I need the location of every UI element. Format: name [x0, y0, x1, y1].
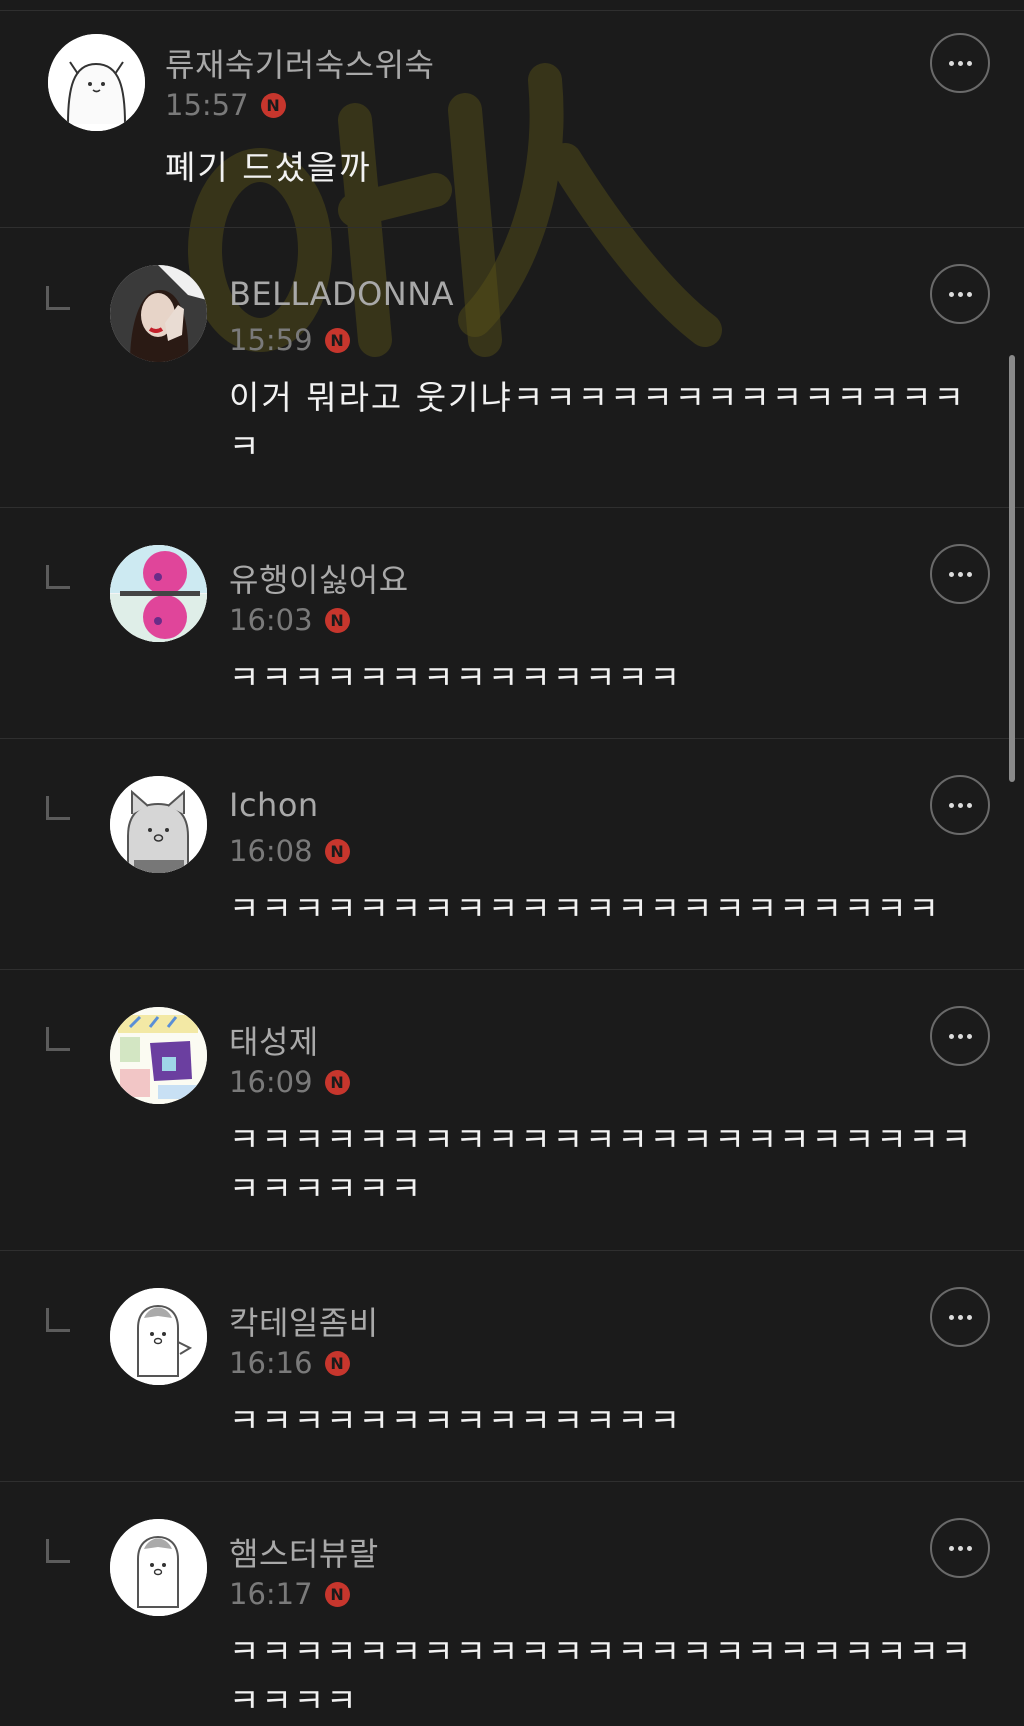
comment-text: ㅋㅋㅋㅋㅋㅋㅋㅋㅋㅋㅋㅋㅋㅋㅋㅋㅋㅋㅋㅋㅋㅋㅋㅋㅋㅋㅋ	[229, 1632, 974, 1720]
more-options-button[interactable]	[930, 1518, 990, 1578]
reply-arrow-icon	[46, 1308, 70, 1332]
avatar[interactable]	[110, 776, 207, 873]
reply-arrow-icon	[46, 286, 70, 310]
scrollbar[interactable]	[1009, 355, 1015, 782]
new-badge-icon: N	[260, 92, 286, 118]
more-horizontal-icon	[948, 60, 954, 66]
comment-time: 16:16	[229, 1346, 313, 1380]
comment-text: 이거 뭐라고 웃기냐ㅋㅋㅋㅋㅋㅋㅋㅋㅋㅋㅋㅋㅋㅋㅋ	[229, 378, 966, 466]
more-options-button[interactable]	[930, 33, 990, 93]
more-options-button[interactable]	[930, 264, 990, 324]
comment-author[interactable]: 칵테일좀비	[229, 1298, 379, 1344]
reply-item: 태성제 16:09 N ㅋㅋㅋㅋㅋㅋㅋㅋㅋㅋㅋㅋㅋㅋㅋㅋㅋㅋㅋㅋㅋㅋㅋㅋㅋㅋㅋㅋ…	[0, 970, 1024, 1251]
reply-item: BELLADONNA 15:59 N 이거 뭐라고 웃기냐ㅋㅋㅋㅋㅋㅋㅋㅋㅋㅋㅋ…	[0, 228, 1024, 508]
more-options-button[interactable]	[930, 1287, 990, 1347]
comment-author[interactable]: Ichon	[229, 786, 319, 824]
avatar[interactable]	[110, 1007, 207, 1104]
reply-arrow-icon	[46, 796, 70, 820]
comment-meta: 16:16 N	[229, 1346, 350, 1380]
comment-time: 15:59	[229, 323, 313, 357]
comment-text: ㅋㅋㅋㅋㅋㅋㅋㅋㅋㅋㅋㅋㅋㅋ	[229, 1401, 683, 1440]
more-options-button[interactable]	[930, 544, 990, 604]
new-badge-icon: N	[324, 1581, 350, 1607]
more-horizontal-icon	[948, 1545, 954, 1551]
new-badge-icon: N	[324, 1069, 350, 1095]
comment-author[interactable]: 유행이싫어요	[229, 555, 409, 601]
avatar[interactable]	[110, 1288, 207, 1385]
new-badge-icon: N	[324, 838, 350, 864]
new-badge-icon: N	[324, 327, 350, 353]
reply-item: 햄스터뷰랄 16:17 N ㅋㅋㅋㅋㅋㅋㅋㅋㅋㅋㅋㅋㅋㅋㅋㅋㅋㅋㅋㅋㅋㅋㅋㅋㅋㅋ…	[0, 1482, 1024, 1726]
comment-time: 16:08	[229, 834, 313, 868]
reply-item: Ichon 16:08 N ㅋㅋㅋㅋㅋㅋㅋㅋㅋㅋㅋㅋㅋㅋㅋㅋㅋㅋㅋㅋㅋㅋ	[0, 739, 1024, 970]
reply-arrow-icon	[46, 1027, 70, 1051]
more-horizontal-icon	[948, 1314, 954, 1320]
comment-meta: 16:03 N	[229, 603, 350, 637]
comment-time: 16:03	[229, 603, 313, 637]
more-horizontal-icon	[948, 571, 954, 577]
more-horizontal-icon	[948, 802, 954, 808]
comment-author[interactable]: BELLADONNA	[229, 275, 454, 313]
more-options-button[interactable]	[930, 775, 990, 835]
avatar[interactable]	[110, 545, 207, 642]
more-horizontal-icon	[948, 1033, 954, 1039]
reply-item: 유행이싫어요 16:03 N ㅋㅋㅋㅋㅋㅋㅋㅋㅋㅋㅋㅋㅋㅋ	[0, 508, 1024, 739]
more-options-button[interactable]	[930, 1006, 990, 1066]
comment-text: ㅋㅋㅋㅋㅋㅋㅋㅋㅋㅋㅋㅋㅋㅋ	[229, 658, 683, 697]
comment-author[interactable]: 햄스터뷰랄	[229, 1529, 379, 1575]
reply-arrow-icon	[46, 1539, 70, 1563]
reply-arrow-icon	[46, 565, 70, 589]
comment-text: 폐기 드셨을까	[165, 148, 372, 187]
reply-item: 칵테일좀비 16:16 N ㅋㅋㅋㅋㅋㅋㅋㅋㅋㅋㅋㅋㅋㅋ	[0, 1251, 1024, 1482]
comment-text: ㅋㅋㅋㅋㅋㅋㅋㅋㅋㅋㅋㅋㅋㅋㅋㅋㅋㅋㅋㅋㅋㅋㅋㅋㅋㅋㅋㅋㅋ	[229, 1120, 974, 1208]
comment-meta: 15:59 N	[229, 323, 350, 357]
comment-text: ㅋㅋㅋㅋㅋㅋㅋㅋㅋㅋㅋㅋㅋㅋㅋㅋㅋㅋㅋㅋㅋㅋ	[229, 889, 941, 928]
comment-time: 15:57	[165, 88, 249, 122]
comment-time: 16:09	[229, 1065, 313, 1099]
comment-time: 16:17	[229, 1577, 313, 1611]
comment-meta: 16:09 N	[229, 1065, 350, 1099]
new-badge-icon: N	[324, 607, 350, 633]
comment-meta: 16:17 N	[229, 1577, 350, 1611]
comment-meta: 16:08 N	[229, 834, 350, 868]
more-horizontal-icon	[948, 291, 954, 297]
avatar[interactable]	[110, 1519, 207, 1616]
new-badge-icon: N	[324, 1350, 350, 1376]
avatar[interactable]	[110, 265, 207, 362]
comment-item: 류재숙기러숙스위숙 15:57 N 폐기 드셨을까	[0, 11, 1024, 228]
avatar[interactable]	[48, 34, 145, 131]
comment-meta: 15:57 N	[165, 88, 286, 122]
comment-author[interactable]: 태성제	[229, 1017, 319, 1063]
comment-author[interactable]: 류재숙기러숙스위숙	[165, 40, 434, 86]
